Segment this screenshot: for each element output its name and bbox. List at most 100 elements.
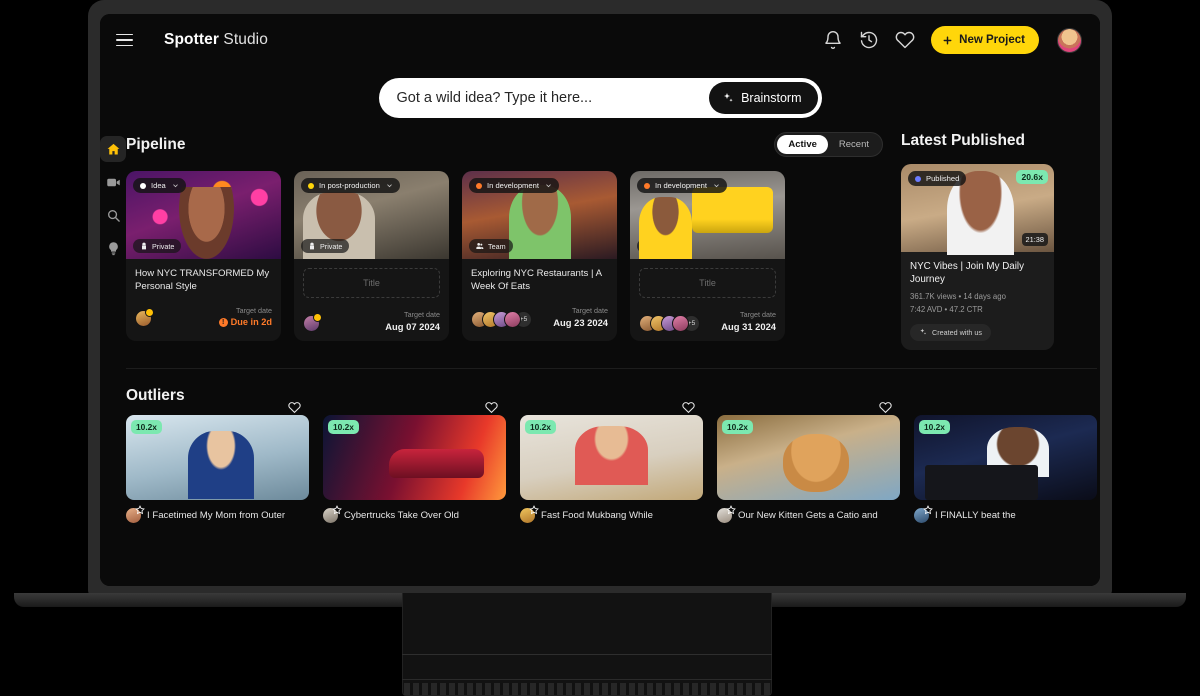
- brand-logo[interactable]: Spotter Studio: [164, 31, 268, 49]
- avatar: [672, 315, 689, 332]
- sidebar-item-videos[interactable]: [100, 169, 126, 195]
- plus-icon: [942, 35, 953, 46]
- visibility-label: Team: [488, 242, 506, 251]
- new-project-label: New Project: [959, 34, 1025, 46]
- history-icon[interactable]: [859, 30, 879, 50]
- card-title-placeholder[interactable]: Title: [303, 268, 440, 298]
- target-date-label: Target date: [553, 306, 608, 315]
- card-thumbnail: 10.2x: [323, 415, 506, 500]
- target-date-label: Target date: [721, 310, 776, 319]
- brand-name-bold: Spotter: [164, 31, 219, 48]
- pipeline-header: Pipeline Active Recent: [126, 132, 887, 157]
- status-badge[interactable]: In development: [469, 178, 559, 193]
- card-thumbnail: Published 20.6x 21:38: [901, 164, 1054, 252]
- laptop-keyboard: [404, 683, 770, 695]
- avatar-group[interactable]: [303, 315, 320, 332]
- target-date-value: ! Due in 2d: [219, 317, 272, 327]
- sidebar-item-home[interactable]: [100, 136, 126, 162]
- avatar: [303, 315, 320, 332]
- brand-name-light: Studio: [223, 31, 268, 48]
- new-project-button[interactable]: New Project: [931, 26, 1039, 54]
- laptop-screen: Spotter Studio: [100, 14, 1100, 586]
- target-date: Target date Aug 23 2024: [553, 306, 608, 328]
- bulb-icon: [106, 241, 121, 256]
- app-body: Pipeline Active Recent: [100, 132, 1100, 586]
- avatar-group[interactable]: [135, 310, 152, 327]
- search-input[interactable]: [397, 90, 710, 106]
- card-title-placeholder[interactable]: Title: [639, 268, 776, 298]
- card-footer: I Facetimed My Mom from Outer: [126, 508, 309, 523]
- published-video-card[interactable]: Published 20.6x 21:38 NYC Vibes | Join M…: [901, 164, 1054, 350]
- status-label: In post-production: [319, 181, 380, 190]
- visibility-badge: Private: [133, 239, 181, 253]
- outlier-card[interactable]: 10.2x Cybertrucks Take Over Old: [323, 415, 506, 523]
- avatar-badge: [313, 313, 322, 322]
- toggle-option-active[interactable]: Active: [777, 135, 828, 154]
- chevron-down-icon: [386, 182, 393, 189]
- pipeline-card[interactable]: In development Team: [630, 171, 785, 341]
- avatar[interactable]: [1057, 28, 1082, 53]
- outlier-title: Our New Kitten Gets a Catio and: [738, 510, 878, 521]
- target-date-value: Aug 23 2024: [553, 317, 608, 328]
- heart-icon[interactable]: [288, 401, 301, 414]
- multiplier-badge: 10.2x: [328, 420, 359, 434]
- channel-avatar: [520, 508, 535, 523]
- chevron-down-icon: [713, 182, 720, 189]
- sidebar-item-ideas[interactable]: [100, 235, 126, 261]
- app-header: Spotter Studio: [100, 14, 1100, 66]
- search-bar: Brainstorm: [379, 78, 822, 118]
- toggle-option-recent[interactable]: Recent: [828, 135, 880, 154]
- card-footer: +5 Target date Aug 31 2024: [639, 310, 776, 332]
- heart-icon[interactable]: [879, 401, 892, 414]
- channel-avatar: [717, 508, 732, 523]
- card-footer: Target date Aug 07 2024: [303, 310, 440, 332]
- visibility-badge: Private: [301, 239, 349, 253]
- brainstorm-button[interactable]: Brainstorm: [709, 82, 817, 114]
- multiplier-badge: 10.2x: [525, 420, 556, 434]
- avatar: [504, 311, 521, 328]
- avatar-group[interactable]: +5: [639, 315, 700, 332]
- card-thumbnail: 10.2x: [717, 415, 900, 500]
- outlier-card[interactable]: 10.2x Our New Kitten Gets a Catio and: [717, 415, 900, 523]
- outlier-card[interactable]: 10.2x I FINALLY beat the: [914, 415, 1097, 523]
- status-badge[interactable]: In post-production: [301, 178, 400, 193]
- pipeline-card[interactable]: In post-production Private: [294, 171, 449, 341]
- status-label: In development: [655, 181, 707, 190]
- card-thumbnail: In development Team: [462, 171, 617, 259]
- outlier-card[interactable]: 10.2x Fast Food Mukbang While: [520, 415, 703, 523]
- created-with-us-chip: Created with us: [910, 324, 991, 341]
- pipeline-toggle: Active Recent: [774, 132, 883, 157]
- status-badge[interactable]: Idea: [133, 178, 186, 193]
- heart-icon[interactable]: [485, 401, 498, 414]
- outlier-card[interactable]: 10.2x I Facetimed My Mom from Outer: [126, 415, 309, 523]
- pipeline-card[interactable]: Idea Private: [126, 171, 281, 341]
- latest-published-section: Latest Published Published: [901, 132, 1097, 350]
- outliers-header: Outliers: [126, 387, 1097, 405]
- pipeline-card[interactable]: In development Team: [462, 171, 617, 341]
- hamburger-icon[interactable]: [116, 25, 146, 55]
- sidebar: [100, 132, 126, 586]
- video-title: NYC Vibes | Join My Daily Journey: [910, 260, 1045, 286]
- target-date-label: Target date: [219, 306, 272, 315]
- bell-icon[interactable]: [823, 30, 843, 50]
- team-icon: [476, 242, 484, 250]
- main-content: Pipeline Active Recent: [126, 132, 1100, 586]
- card-body: Exploring NYC Restaurants | A Week Of Ea…: [462, 259, 617, 341]
- target-date: Target date ! Due in 2d: [219, 306, 272, 327]
- brainstorm-label: Brainstorm: [741, 91, 801, 105]
- card-footer: I FINALLY beat the: [914, 508, 1097, 523]
- avatar: [135, 310, 152, 327]
- lock-icon: [308, 242, 316, 250]
- status-badge[interactable]: In development: [637, 178, 727, 193]
- created-with-us-label: Created with us: [932, 328, 982, 337]
- avatar-group[interactable]: +5: [471, 311, 532, 328]
- sidebar-item-research[interactable]: [100, 202, 126, 228]
- heart-icon[interactable]: [682, 401, 695, 414]
- heart-icon[interactable]: [895, 30, 915, 50]
- multiplier-badge: 20.6x: [1016, 170, 1048, 184]
- star-icon: [529, 505, 539, 515]
- outliers-section: Outliers 10.2x: [126, 387, 1097, 523]
- outliers-title: Outliers: [126, 387, 1097, 405]
- video-icon: [106, 175, 121, 190]
- status-dot: [915, 176, 921, 182]
